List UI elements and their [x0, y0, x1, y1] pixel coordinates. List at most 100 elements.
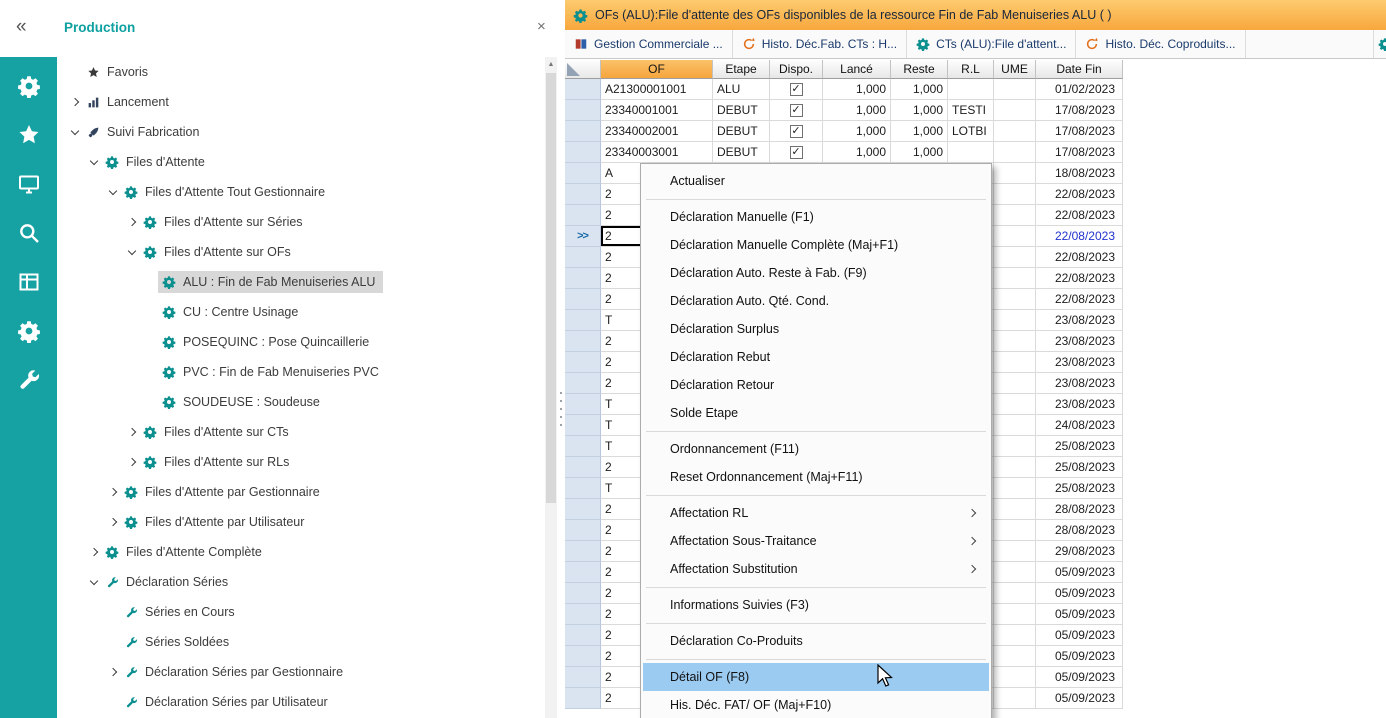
tab-3[interactable]: Histo. Déc. Coproduits... — [1076, 30, 1245, 58]
tree-item[interactable]: Lancement — [57, 87, 543, 117]
expander-icon[interactable] — [86, 155, 101, 170]
context-menu-item[interactable]: Déclaration Retour — [643, 371, 989, 399]
checkbox-checked-icon[interactable]: ✓ — [790, 146, 803, 159]
expander-icon[interactable] — [67, 95, 82, 110]
expander-icon[interactable] — [124, 215, 139, 230]
row-selector-cell[interactable] — [565, 100, 601, 121]
expander-icon[interactable] — [105, 485, 120, 500]
column-header-3[interactable]: Lancé — [823, 60, 891, 79]
expander-icon[interactable] — [105, 185, 120, 200]
table-row[interactable]: 23340002001DEBUT✓1,0001,000LOTBI17/08/20… — [565, 121, 1386, 142]
column-header-2[interactable]: Dispo. — [770, 60, 823, 79]
context-menu-item[interactable]: His. Déc. FAT/ OF (Maj+F10) — [643, 691, 989, 718]
row-selector-cell[interactable] — [565, 646, 601, 667]
tree-item[interactable]: Files d'Attente par Gestionnaire — [57, 477, 543, 507]
checkbox-checked-icon[interactable]: ✓ — [790, 83, 803, 96]
tools-wrench-icon[interactable] — [16, 367, 42, 393]
tree-item[interactable]: Déclaration Séries par Gestionnaire — [57, 657, 543, 687]
scrollbar-up-arrow[interactable]: ▲ — [545, 57, 557, 71]
row-selector-cell[interactable] — [565, 499, 601, 520]
row-selector-cell[interactable] — [565, 667, 601, 688]
scrollbar-thumb[interactable] — [546, 73, 556, 503]
context-menu-item[interactable]: Déclaration Rebut — [643, 343, 989, 371]
row-selector-cell[interactable] — [565, 205, 601, 226]
row-selector-cell[interactable]: >> — [565, 226, 601, 247]
close-panel-button[interactable]: × — [537, 18, 546, 35]
tree-item[interactable]: Files d'Attente — [57, 147, 543, 177]
row-selector-cell[interactable] — [565, 436, 601, 457]
tree-item[interactable]: Suivi Fabrication — [57, 117, 543, 147]
row-selector-cell[interactable] — [565, 121, 601, 142]
context-menu-item[interactable]: Déclaration Auto. Qté. Cond. — [643, 287, 989, 315]
table-row[interactable]: 23340001001DEBUT✓1,0001,000TESTI17/08/20… — [565, 100, 1386, 121]
row-selector-cell[interactable] — [565, 352, 601, 373]
column-header-0[interactable]: OF — [601, 60, 713, 79]
column-header-5[interactable]: R.L — [948, 60, 994, 79]
tree-item[interactable]: Files d'Attente par Utilisateur — [57, 507, 543, 537]
search-icon[interactable] — [16, 220, 42, 246]
row-selector-cell[interactable] — [565, 541, 601, 562]
table-row[interactable]: 23340003001DEBUT✓1,0001,00017/08/2023 — [565, 142, 1386, 163]
expander-icon[interactable] — [124, 455, 139, 470]
context-menu-item[interactable]: Solde Etape — [643, 399, 989, 427]
expander-icon[interactable] — [86, 545, 101, 560]
row-selector-cell[interactable] — [565, 688, 601, 709]
tree-item[interactable]: Séries en Cours — [57, 597, 543, 627]
collapse-panel-button[interactable]: « — [16, 16, 27, 38]
tree-item[interactable]: Files d'Attente sur CTs — [57, 417, 543, 447]
tree-item[interactable]: Déclaration Séries — [57, 567, 543, 597]
row-selector-cell[interactable] — [565, 415, 601, 436]
checkbox-checked-icon[interactable]: ✓ — [790, 125, 803, 138]
row-selector-cell[interactable] — [565, 184, 601, 205]
select-all-corner[interactable] — [565, 60, 601, 79]
row-selector-cell[interactable] — [565, 457, 601, 478]
tree-item[interactable]: Séries Soldées — [57, 627, 543, 657]
row-selector-cell[interactable] — [565, 142, 601, 163]
row-selector-cell[interactable] — [565, 247, 601, 268]
parameters-gear-icon[interactable] — [16, 318, 42, 344]
context-menu-item[interactable]: Affectation RL — [643, 499, 989, 527]
tab-0[interactable]: Gestion Commerciale ... — [565, 30, 733, 58]
row-selector-cell[interactable] — [565, 520, 601, 541]
context-menu-item[interactable]: Ordonnancement (F11) — [643, 435, 989, 463]
checkbox-checked-icon[interactable]: ✓ — [790, 104, 803, 117]
expander-icon[interactable] — [124, 425, 139, 440]
row-selector-cell[interactable] — [565, 79, 601, 100]
row-selector-cell[interactable] — [565, 289, 601, 310]
row-selector-cell[interactable] — [565, 625, 601, 646]
expander-icon[interactable] — [105, 665, 120, 680]
tree-item[interactable]: SOUDEUSE : Soudeuse — [57, 387, 543, 417]
expander-icon[interactable] — [86, 575, 101, 590]
favorites-star-icon[interactable] — [16, 122, 42, 148]
context-menu-item[interactable]: Déclaration Co-Produits — [643, 627, 989, 655]
panel-splitter[interactable] — [557, 0, 565, 718]
expander-icon[interactable] — [67, 125, 82, 140]
window-titlebar[interactable]: OFs (ALU):File d'attente des OFs disponi… — [565, 0, 1386, 30]
column-header-4[interactable]: Reste — [891, 60, 948, 79]
row-selector-cell[interactable] — [565, 478, 601, 499]
row-selector-cell[interactable] — [565, 604, 601, 625]
context-menu-item[interactable]: Actualiser — [643, 167, 989, 195]
tab-1[interactable]: Histo. Déc.Fab. CTs : H... — [733, 30, 907, 58]
column-header-6[interactable]: UME — [994, 60, 1036, 79]
tree-item[interactable]: POSEQUINC : Pose Quincaillerie — [57, 327, 543, 357]
tree-item[interactable]: PVC : Fin de Fab Menuiseries PVC — [57, 357, 543, 387]
table-row[interactable]: A21300001001ALU✓1,0001,00001/02/2023 — [565, 79, 1386, 100]
tree-scrollbar[interactable]: ▲ — [545, 57, 557, 718]
tree-item[interactable]: Files d'Attente Complète — [57, 537, 543, 567]
context-menu-item[interactable]: Déclaration Surplus — [643, 315, 989, 343]
tree-item[interactable]: Favoris — [57, 57, 543, 87]
row-selector-cell[interactable] — [565, 331, 601, 352]
tree-item[interactable]: CU : Centre Usinage — [57, 297, 543, 327]
tab-2[interactable]: CTs (ALU):File d'attent... — [907, 30, 1076, 58]
row-selector-cell[interactable] — [565, 583, 601, 604]
context-menu-item[interactable]: Informations Suivies (F3) — [643, 591, 989, 619]
context-menu-item[interactable]: Affectation Sous-Traitance — [643, 527, 989, 555]
row-selector-cell[interactable] — [565, 268, 601, 289]
context-menu-item[interactable]: Déclaration Manuelle (F1) — [643, 203, 989, 231]
tree-item[interactable]: ALU : Fin de Fab Menuiseries ALU — [57, 267, 543, 297]
column-header-7[interactable]: Date Fin — [1036, 60, 1123, 79]
tree-item[interactable]: Files d'Attente sur Séries — [57, 207, 543, 237]
tree-item[interactable]: Déclaration Séries par Utilisateur — [57, 687, 543, 717]
context-menu-item[interactable]: Détail OF (F8) — [643, 663, 989, 691]
